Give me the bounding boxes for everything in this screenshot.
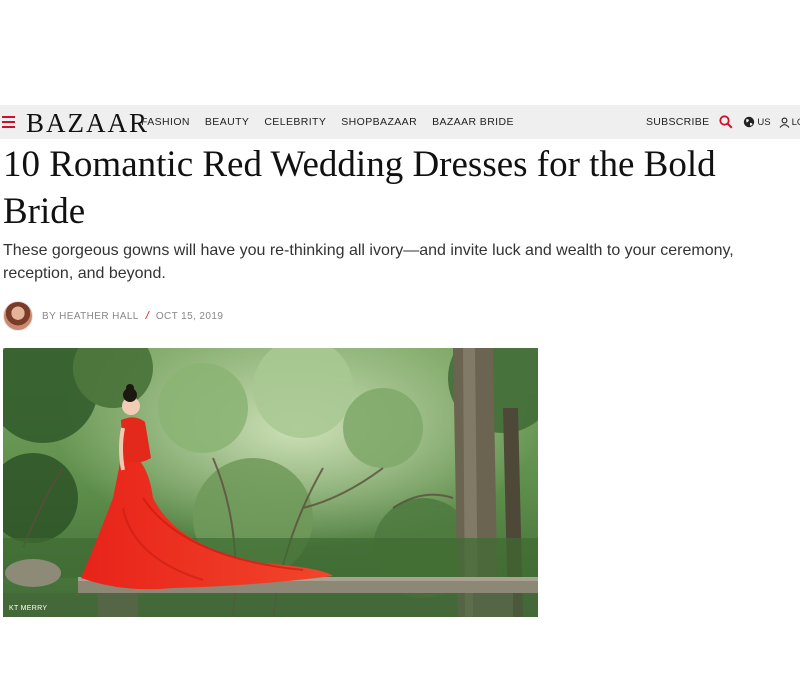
article-dek: These gorgeous gowns will have you re-th… bbox=[3, 242, 734, 282]
region-selector[interactable]: US bbox=[757, 117, 770, 128]
author-name[interactable]: BY HEATHER HALL bbox=[42, 311, 139, 322]
bazaar-logo[interactable]: BAZAAR bbox=[26, 108, 149, 138]
nav-link-beauty[interactable]: BEAUTY bbox=[205, 116, 249, 128]
nav-link-celebrity[interactable]: CELEBRITY bbox=[264, 116, 326, 128]
image-credit: KT MERRY bbox=[9, 605, 48, 612]
byline-separator: / bbox=[145, 310, 149, 322]
publish-date: OCT 15, 2019 bbox=[155, 310, 224, 322]
hamburger-menu-icon[interactable] bbox=[2, 116, 15, 128]
user-icon[interactable] bbox=[779, 117, 790, 128]
nav-link-fashion[interactable]: FASHION bbox=[141, 116, 190, 128]
author-avatar[interactable] bbox=[3, 301, 33, 331]
nav-link-shopbazaar[interactable]: SHOPBAZAAR bbox=[341, 116, 417, 128]
hero-image: KT MERRY bbox=[3, 348, 538, 617]
top-navigation-bar: BAZAAR FASHION BEAUTY CELEBRITY SHOPBAZA… bbox=[0, 105, 800, 139]
globe-icon[interactable] bbox=[743, 116, 755, 128]
login-link[interactable]: LOG bbox=[792, 117, 800, 128]
article-headline: 10 Romantic Red Wedding Dresses for the … bbox=[3, 144, 716, 232]
search-icon[interactable] bbox=[719, 115, 733, 129]
subscribe-link[interactable]: SUBSCRIBE bbox=[646, 116, 709, 128]
nav-links: FASHION BEAUTY CELEBRITY SHOPBAZAAR BAZA… bbox=[141, 105, 529, 139]
forest-bride-photo bbox=[3, 348, 538, 617]
nav-link-bazaar-bride[interactable]: BAZAAR BRIDE bbox=[432, 116, 514, 128]
nav-utilities: SUBSCRIBE US LOG bbox=[646, 105, 800, 139]
article-byline: BY HEATHER HALL / OCT 15, 2019 bbox=[3, 300, 223, 332]
